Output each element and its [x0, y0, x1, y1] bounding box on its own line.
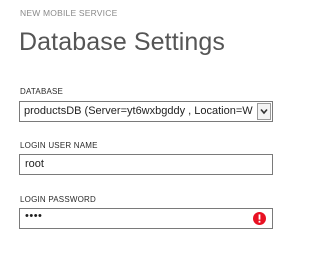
login-user-name-input[interactable]: root — [19, 154, 273, 175]
error-exclamation-icon — [253, 212, 266, 225]
login-password-value: •••• — [25, 210, 43, 222]
database-label: DATABASE — [20, 87, 64, 96]
dropdown-button[interactable] — [257, 103, 271, 120]
login-password-input[interactable]: •••• — [19, 208, 273, 229]
page-title: Database Settings — [19, 28, 225, 56]
chevron-down-icon — [260, 108, 268, 115]
wizard-subtitle: NEW MOBILE SERVICE — [20, 8, 118, 18]
login-user-name-label: LOGIN USER NAME — [20, 141, 98, 150]
login-password-label: LOGIN PASSWORD — [20, 195, 96, 204]
database-selected-value: productsDB (Server=yt6wxbgddy , Location… — [24, 105, 253, 117]
database-select[interactable]: productsDB (Server=yt6wxbgddy , Location… — [19, 101, 273, 122]
login-user-name-value: root — [25, 158, 44, 170]
